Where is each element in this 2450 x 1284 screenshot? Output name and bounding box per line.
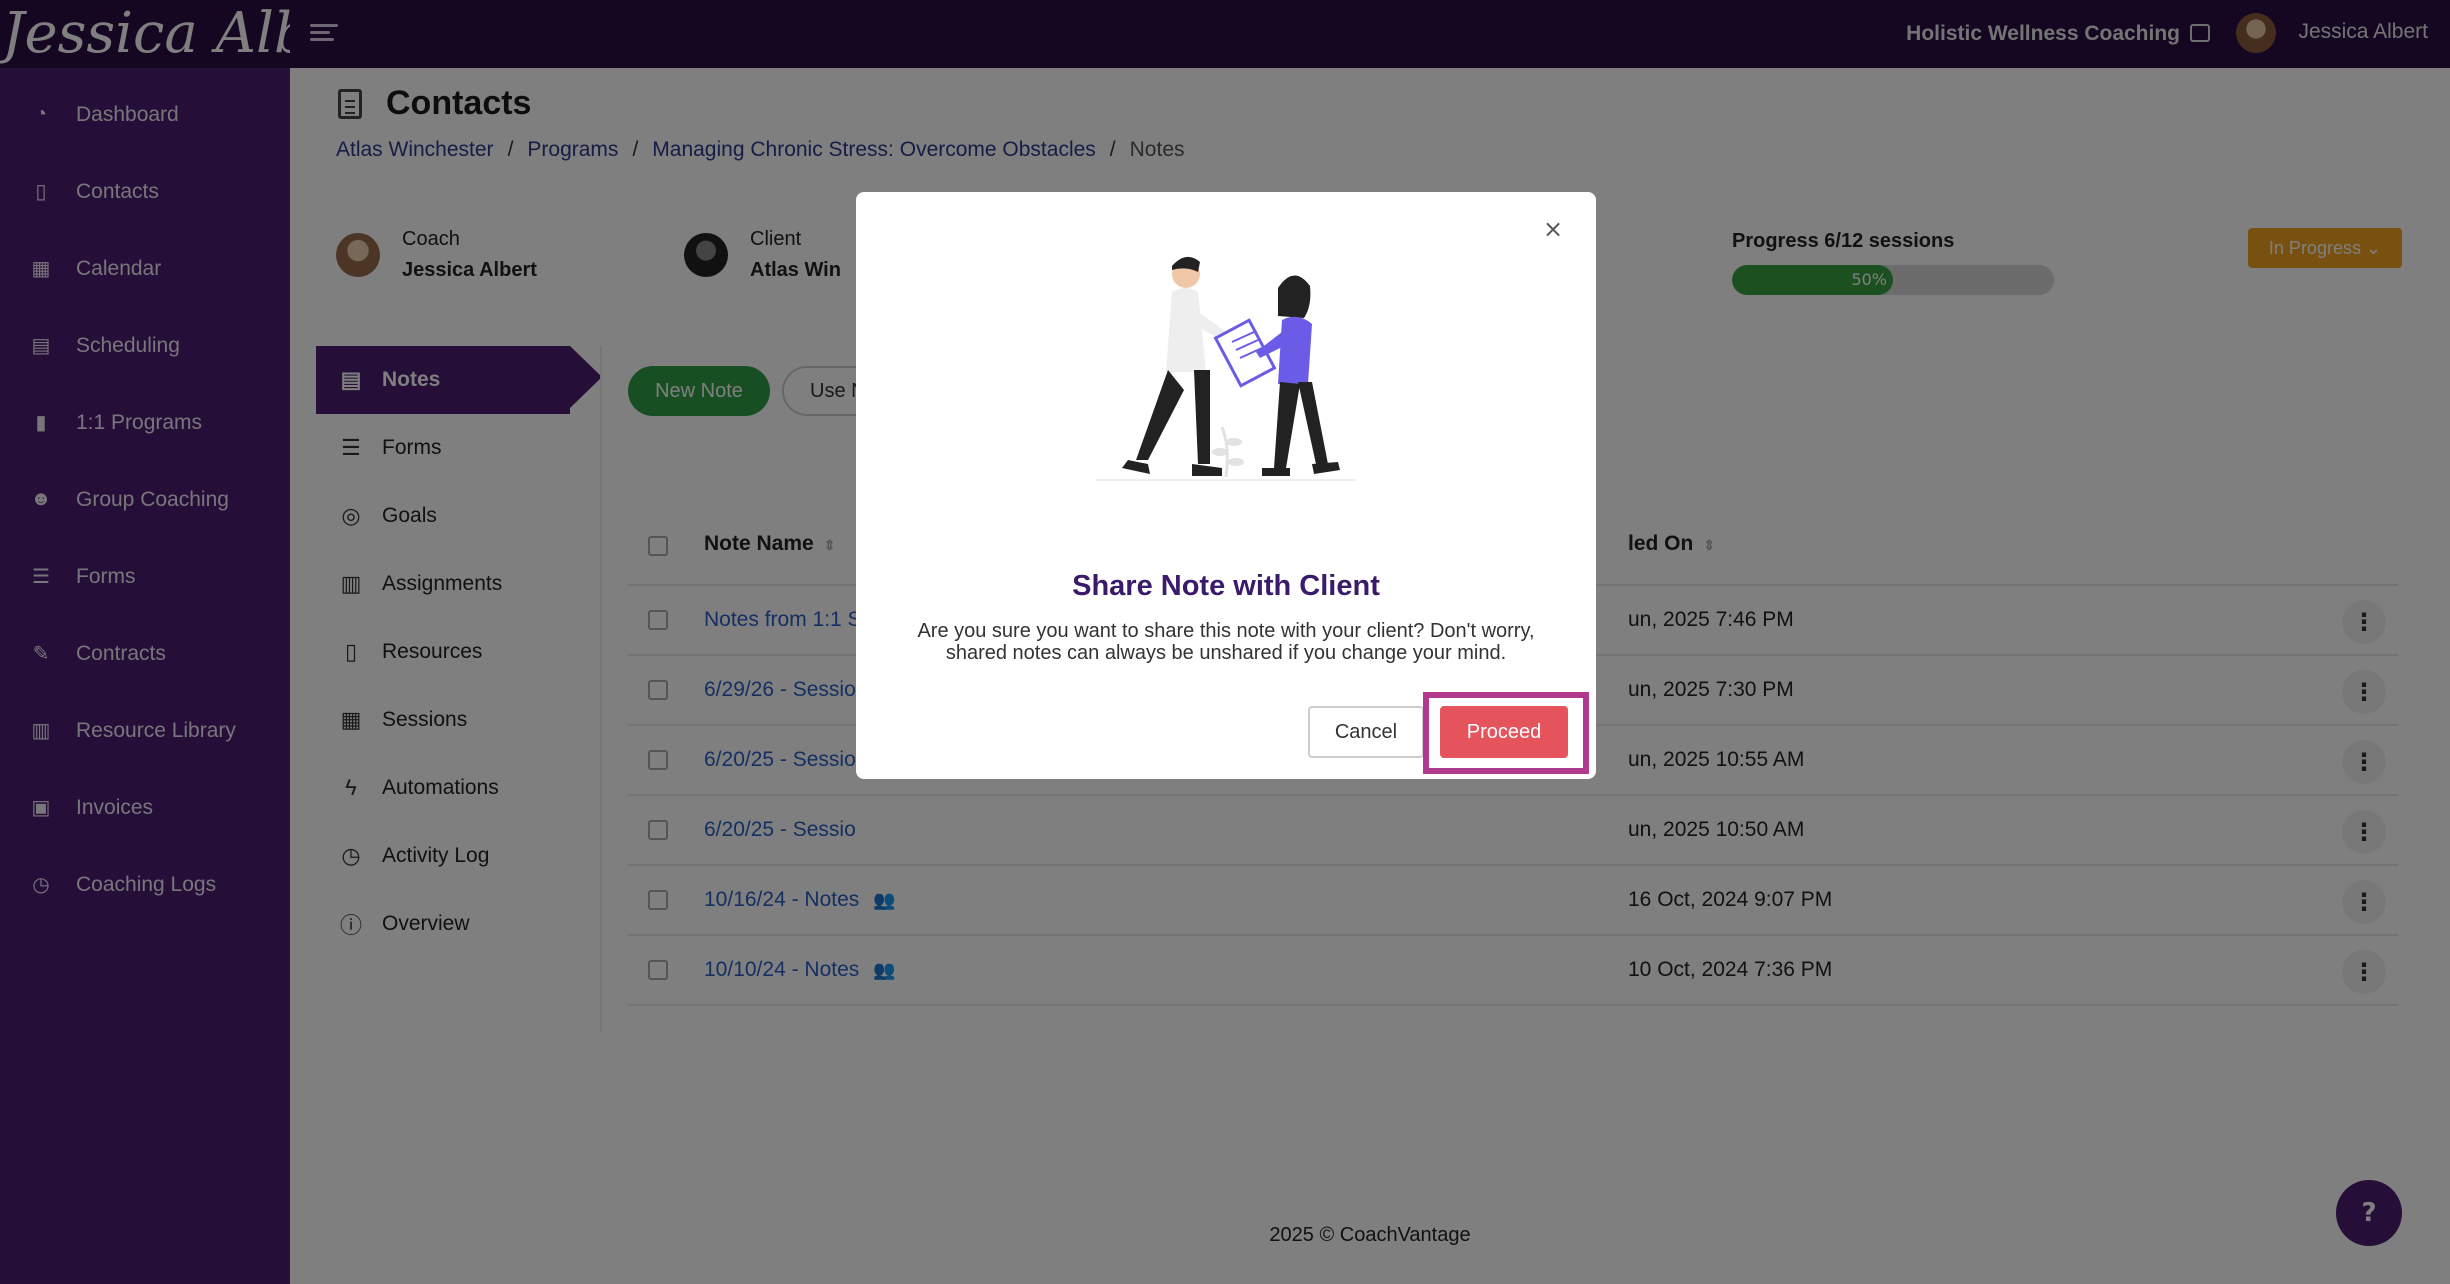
close-icon[interactable]: × — [1538, 214, 1568, 244]
modal-message: Are you sure you want to share this note… — [917, 620, 1535, 664]
share-illustration — [1096, 256, 1356, 481]
share-note-modal: × Share Note with Client Are you sure yo… — [856, 192, 1596, 779]
cancel-button[interactable]: Cancel — [1308, 706, 1424, 758]
modal-title: Share Note with Client — [1072, 570, 1380, 602]
proceed-button[interactable]: Proceed — [1440, 706, 1568, 758]
